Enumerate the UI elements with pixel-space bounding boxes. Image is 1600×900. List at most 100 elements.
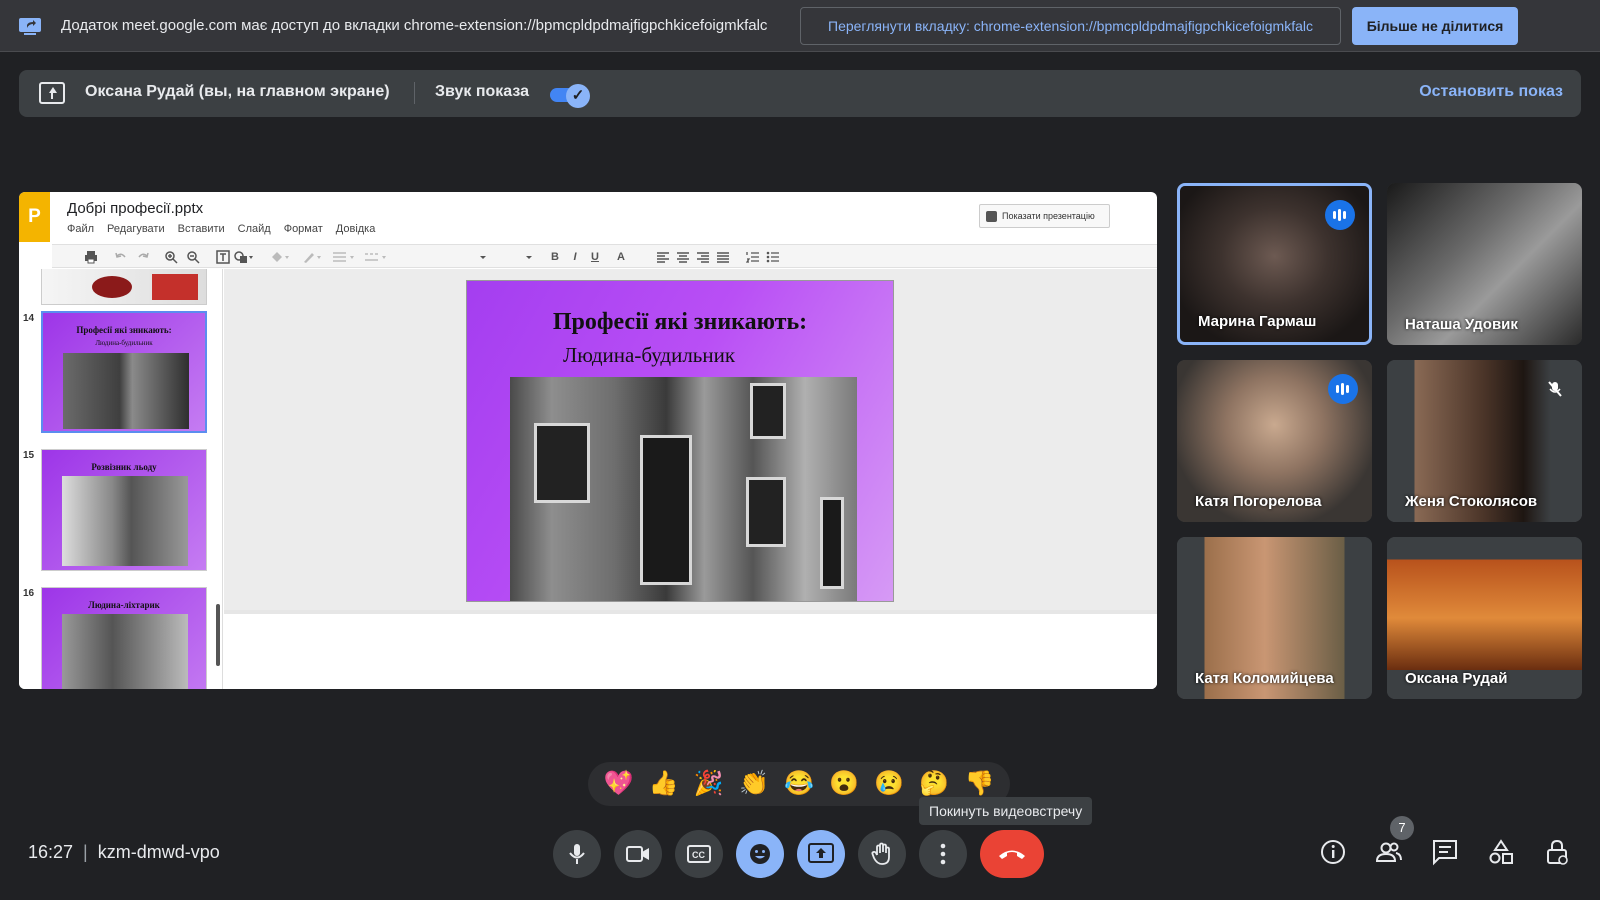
photo-door — [820, 497, 844, 589]
play-icon — [986, 211, 997, 222]
slide-subtitle: Людина-будильник — [563, 343, 736, 367]
camera-icon — [626, 846, 649, 862]
thumbnail-scrollbar[interactable] — [216, 604, 220, 666]
chat-icon — [1433, 840, 1457, 866]
reaction-clapping[interactable]: 👏 — [739, 769, 769, 799]
align-left-icon[interactable] — [656, 250, 670, 264]
microphone-button[interactable] — [553, 830, 601, 878]
reaction-sparkling-heart[interactable]: 💖 — [604, 769, 634, 799]
leave-call-tooltip: Покинуть видеовстречу — [919, 797, 1093, 825]
slide-photo — [510, 377, 857, 601]
print-icon[interactable] — [84, 250, 98, 264]
thumbnail-number: 16 — [23, 588, 35, 599]
text-box-icon[interactable] — [216, 250, 230, 264]
stop-sharing-button[interactable]: Більше не ділитися — [1352, 7, 1518, 45]
current-slide[interactable]: Професії які зникають: Людина-будильник — [466, 280, 894, 602]
underline-button[interactable]: U — [588, 250, 602, 264]
host-controls-button[interactable] — [1543, 838, 1571, 866]
menu-insert[interactable]: Вставити — [178, 223, 225, 235]
activities-button[interactable] — [1487, 838, 1515, 866]
thumbnail-13[interactable] — [41, 269, 207, 305]
captions-button[interactable]: CC — [675, 830, 723, 878]
participant-name: Марина Гармаш — [1198, 313, 1317, 330]
menu-format[interactable]: Формат — [284, 223, 323, 235]
meeting-time: 16:27 — [28, 842, 74, 862]
thumbnail-15[interactable]: Розвізник льоду — [41, 449, 207, 571]
thumbnail-subtitle: Людина-будильник — [95, 339, 153, 347]
zoom-in-icon[interactable] — [164, 250, 178, 264]
reaction-thinking[interactable]: 🤔 — [919, 769, 949, 799]
shape-icon[interactable] — [234, 250, 254, 264]
slide-title: Професії які зникають: — [552, 309, 808, 335]
editor-toolbar: B I U A — [52, 244, 1157, 268]
more-options-button[interactable] — [919, 830, 967, 878]
people-button[interactable] — [1375, 838, 1403, 866]
border-dash-icon[interactable] — [364, 250, 388, 264]
start-presentation-button[interactable]: Показати презентацію — [979, 204, 1110, 228]
undo-icon[interactable] — [114, 250, 128, 264]
fill-color-icon[interactable] — [270, 250, 290, 264]
speaker-notes[interactable] — [224, 610, 1157, 689]
chat-button[interactable] — [1431, 838, 1459, 866]
divider — [414, 82, 415, 104]
camera-button[interactable] — [614, 830, 662, 878]
end-call-button[interactable] — [980, 830, 1044, 878]
raise-hand-button[interactable] — [858, 830, 906, 878]
border-color-icon[interactable] — [302, 250, 322, 264]
reaction-thumbs-up[interactable]: 👍 — [649, 769, 679, 799]
text-color-button[interactable]: A — [614, 250, 628, 264]
thumbnail-14[interactable]: Професії які зникають: Людина-будильник — [41, 311, 207, 433]
reaction-laughing[interactable]: 😂 — [784, 769, 814, 799]
stop-presenting-button[interactable]: Остановить показ — [1419, 83, 1563, 101]
present-icon — [808, 843, 834, 863]
more-options-icon — [940, 843, 946, 865]
participant-count-badge: 7 — [1390, 816, 1414, 840]
thumbnail-title: Розвізник льоду — [91, 462, 157, 472]
redo-icon[interactable] — [136, 250, 150, 264]
reaction-crying[interactable]: 😢 — [874, 769, 904, 799]
meeting-info-button[interactable] — [1319, 838, 1347, 866]
emoji-button[interactable] — [736, 830, 784, 878]
menu-edit[interactable]: Редагувати — [107, 223, 165, 235]
bulleted-list-icon[interactable] — [766, 250, 780, 264]
speaking-indicator-icon — [1328, 374, 1358, 404]
host-controls-icon — [1547, 839, 1568, 865]
participant-tile[interactable]: Марина Гармаш — [1177, 183, 1372, 345]
reaction-party-popper[interactable]: 🎉 — [694, 769, 724, 799]
view-tab-button[interactable]: Переглянути вкладку: chrome-extension://… — [800, 7, 1341, 45]
align-center-icon[interactable] — [676, 250, 690, 264]
thumbnail-photo — [63, 353, 189, 429]
font-dropdown-icon[interactable] — [478, 250, 488, 264]
zoom-out-icon[interactable] — [186, 250, 200, 264]
participant-tile[interactable]: Катя Погорелова — [1177, 360, 1372, 522]
sound-toggle[interactable]: ✓ — [550, 84, 590, 108]
numbered-list-icon[interactable] — [746, 250, 760, 264]
menu-slide[interactable]: Слайд — [238, 223, 271, 235]
bold-button[interactable]: B — [548, 250, 562, 264]
align-right-icon[interactable] — [696, 250, 710, 264]
photo-window — [746, 477, 786, 547]
reaction-surprised[interactable]: 😮 — [829, 769, 859, 799]
menu-help[interactable]: Довідка — [336, 223, 376, 235]
justify-icon[interactable] — [716, 250, 730, 264]
present-button[interactable] — [797, 830, 845, 878]
reaction-thumbs-down[interactable]: 👎 — [964, 769, 994, 799]
participant-tile[interactable]: Оксана Рудай — [1387, 537, 1582, 699]
participant-tile[interactable]: Наташа Удовик — [1387, 183, 1582, 345]
italic-button[interactable]: I — [568, 250, 582, 264]
infobar-message: Додаток meet.google.com має доступ до вк… — [61, 17, 768, 34]
font-size-dropdown-icon[interactable] — [524, 250, 534, 264]
check-icon: ✓ — [566, 84, 590, 108]
participant-name: Женя Стоколясов — [1405, 493, 1538, 510]
border-weight-icon[interactable] — [332, 250, 356, 264]
thumbnail-photo — [62, 614, 188, 689]
thumbnail-16[interactable]: Людина-ліхтарик — [41, 587, 207, 689]
participant-tile[interactable]: Женя Стоколясов — [1387, 360, 1582, 522]
tab-share-infobar: Додаток meet.google.com має доступ до вк… — [0, 0, 1600, 52]
participant-name: Катя Коломийцева — [1195, 670, 1334, 687]
shared-presentation: P Добрі професії.pptx Файл Редагувати Вс… — [19, 192, 1157, 689]
menu-file[interactable]: Файл — [67, 223, 94, 235]
people-icon — [1375, 842, 1402, 862]
slide-thumbnails: 14 Професії які зникають: Людина-будильн… — [19, 269, 223, 689]
participant-tile[interactable]: Катя Коломийцева — [1177, 537, 1372, 699]
